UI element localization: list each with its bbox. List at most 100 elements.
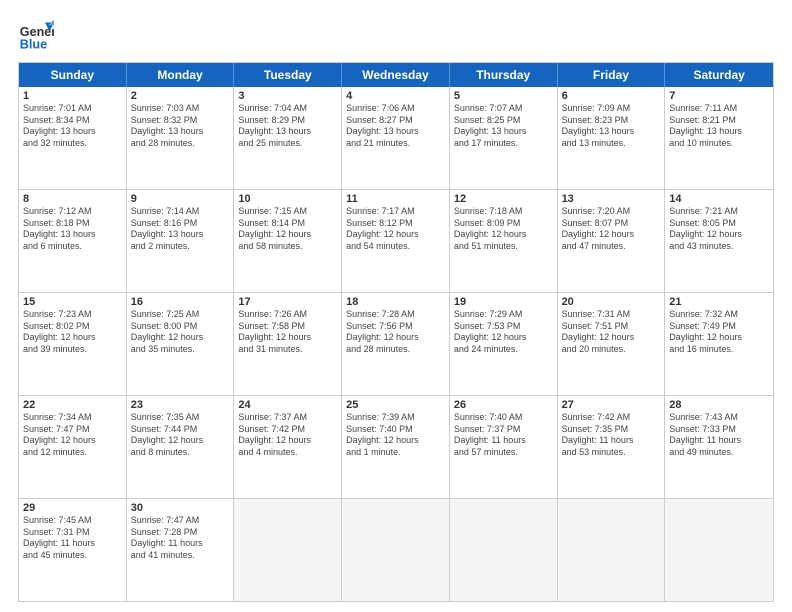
header-day-thursday: Thursday	[450, 63, 558, 87]
day-10: 10Sunrise: 7:15 AM Sunset: 8:14 PM Dayli…	[234, 190, 342, 292]
day-info: Sunrise: 7:31 AM Sunset: 7:51 PM Dayligh…	[562, 309, 661, 356]
day-number: 22	[23, 399, 122, 411]
day-info: Sunrise: 7:28 AM Sunset: 7:56 PM Dayligh…	[346, 309, 445, 356]
day-25: 25Sunrise: 7:39 AM Sunset: 7:40 PM Dayli…	[342, 396, 450, 498]
calendar-body: 1Sunrise: 7:01 AM Sunset: 8:34 PM Daylig…	[19, 87, 773, 601]
day-number: 15	[23, 296, 122, 308]
day-number: 8	[23, 193, 122, 205]
day-number: 29	[23, 502, 122, 514]
day-info: Sunrise: 7:45 AM Sunset: 7:31 PM Dayligh…	[23, 515, 122, 562]
calendar-row-1: 1Sunrise: 7:01 AM Sunset: 8:34 PM Daylig…	[19, 87, 773, 189]
day-17: 17Sunrise: 7:26 AM Sunset: 7:58 PM Dayli…	[234, 293, 342, 395]
day-number: 9	[131, 193, 230, 205]
calendar-row-4: 22Sunrise: 7:34 AM Sunset: 7:47 PM Dayli…	[19, 395, 773, 498]
day-18: 18Sunrise: 7:28 AM Sunset: 7:56 PM Dayli…	[342, 293, 450, 395]
day-number: 18	[346, 296, 445, 308]
day-number: 20	[562, 296, 661, 308]
calendar-row-2: 8Sunrise: 7:12 AM Sunset: 8:18 PM Daylig…	[19, 189, 773, 292]
calendar-row-3: 15Sunrise: 7:23 AM Sunset: 8:02 PM Dayli…	[19, 292, 773, 395]
day-3: 3Sunrise: 7:04 AM Sunset: 8:29 PM Daylig…	[234, 87, 342, 189]
day-info: Sunrise: 7:21 AM Sunset: 8:05 PM Dayligh…	[669, 206, 769, 253]
day-info: Sunrise: 7:14 AM Sunset: 8:16 PM Dayligh…	[131, 206, 230, 253]
day-6: 6Sunrise: 7:09 AM Sunset: 8:23 PM Daylig…	[558, 87, 666, 189]
day-8: 8Sunrise: 7:12 AM Sunset: 8:18 PM Daylig…	[19, 190, 127, 292]
day-info: Sunrise: 7:29 AM Sunset: 7:53 PM Dayligh…	[454, 309, 553, 356]
day-22: 22Sunrise: 7:34 AM Sunset: 7:47 PM Dayli…	[19, 396, 127, 498]
empty-cell	[665, 499, 773, 601]
day-13: 13Sunrise: 7:20 AM Sunset: 8:07 PM Dayli…	[558, 190, 666, 292]
day-info: Sunrise: 7:23 AM Sunset: 8:02 PM Dayligh…	[23, 309, 122, 356]
logo: General Blue	[18, 18, 54, 54]
day-info: Sunrise: 7:04 AM Sunset: 8:29 PM Dayligh…	[238, 103, 337, 150]
day-number: 11	[346, 193, 445, 205]
day-number: 21	[669, 296, 769, 308]
day-12: 12Sunrise: 7:18 AM Sunset: 8:09 PM Dayli…	[450, 190, 558, 292]
day-14: 14Sunrise: 7:21 AM Sunset: 8:05 PM Dayli…	[665, 190, 773, 292]
day-info: Sunrise: 7:06 AM Sunset: 8:27 PM Dayligh…	[346, 103, 445, 150]
day-7: 7Sunrise: 7:11 AM Sunset: 8:21 PM Daylig…	[665, 87, 773, 189]
day-number: 25	[346, 399, 445, 411]
day-16: 16Sunrise: 7:25 AM Sunset: 8:00 PM Dayli…	[127, 293, 235, 395]
day-number: 17	[238, 296, 337, 308]
day-info: Sunrise: 7:09 AM Sunset: 8:23 PM Dayligh…	[562, 103, 661, 150]
empty-cell	[234, 499, 342, 601]
day-info: Sunrise: 7:01 AM Sunset: 8:34 PM Dayligh…	[23, 103, 122, 150]
day-info: Sunrise: 7:18 AM Sunset: 8:09 PM Dayligh…	[454, 206, 553, 253]
day-number: 6	[562, 90, 661, 102]
day-number: 27	[562, 399, 661, 411]
day-15: 15Sunrise: 7:23 AM Sunset: 8:02 PM Dayli…	[19, 293, 127, 395]
day-info: Sunrise: 7:43 AM Sunset: 7:33 PM Dayligh…	[669, 412, 769, 459]
day-number: 26	[454, 399, 553, 411]
logo-icon: General Blue	[18, 18, 54, 54]
day-info: Sunrise: 7:12 AM Sunset: 8:18 PM Dayligh…	[23, 206, 122, 253]
day-number: 30	[131, 502, 230, 514]
day-number: 1	[23, 90, 122, 102]
day-info: Sunrise: 7:35 AM Sunset: 7:44 PM Dayligh…	[131, 412, 230, 459]
day-info: Sunrise: 7:15 AM Sunset: 8:14 PM Dayligh…	[238, 206, 337, 253]
day-info: Sunrise: 7:40 AM Sunset: 7:37 PM Dayligh…	[454, 412, 553, 459]
day-info: Sunrise: 7:47 AM Sunset: 7:28 PM Dayligh…	[131, 515, 230, 562]
day-number: 16	[131, 296, 230, 308]
header-day-sunday: Sunday	[19, 63, 127, 87]
day-number: 10	[238, 193, 337, 205]
svg-text:Blue: Blue	[20, 38, 47, 52]
day-info: Sunrise: 7:25 AM Sunset: 8:00 PM Dayligh…	[131, 309, 230, 356]
day-info: Sunrise: 7:34 AM Sunset: 7:47 PM Dayligh…	[23, 412, 122, 459]
empty-cell	[450, 499, 558, 601]
day-number: 4	[346, 90, 445, 102]
header-day-friday: Friday	[558, 63, 666, 87]
day-number: 23	[131, 399, 230, 411]
day-4: 4Sunrise: 7:06 AM Sunset: 8:27 PM Daylig…	[342, 87, 450, 189]
day-9: 9Sunrise: 7:14 AM Sunset: 8:16 PM Daylig…	[127, 190, 235, 292]
page: General Blue SundayMondayTuesdayWednesda…	[0, 0, 792, 612]
day-27: 27Sunrise: 7:42 AM Sunset: 7:35 PM Dayli…	[558, 396, 666, 498]
day-28: 28Sunrise: 7:43 AM Sunset: 7:33 PM Dayli…	[665, 396, 773, 498]
day-info: Sunrise: 7:17 AM Sunset: 8:12 PM Dayligh…	[346, 206, 445, 253]
day-info: Sunrise: 7:39 AM Sunset: 7:40 PM Dayligh…	[346, 412, 445, 459]
day-info: Sunrise: 7:20 AM Sunset: 8:07 PM Dayligh…	[562, 206, 661, 253]
calendar-row-5: 29Sunrise: 7:45 AM Sunset: 7:31 PM Dayli…	[19, 498, 773, 601]
day-info: Sunrise: 7:26 AM Sunset: 7:58 PM Dayligh…	[238, 309, 337, 356]
day-number: 5	[454, 90, 553, 102]
day-number: 14	[669, 193, 769, 205]
day-2: 2Sunrise: 7:03 AM Sunset: 8:32 PM Daylig…	[127, 87, 235, 189]
header-day-saturday: Saturday	[665, 63, 773, 87]
day-info: Sunrise: 7:03 AM Sunset: 8:32 PM Dayligh…	[131, 103, 230, 150]
calendar: SundayMondayTuesdayWednesdayThursdayFrid…	[18, 62, 774, 602]
day-20: 20Sunrise: 7:31 AM Sunset: 7:51 PM Dayli…	[558, 293, 666, 395]
day-11: 11Sunrise: 7:17 AM Sunset: 8:12 PM Dayli…	[342, 190, 450, 292]
empty-cell	[558, 499, 666, 601]
header-day-wednesday: Wednesday	[342, 63, 450, 87]
day-info: Sunrise: 7:11 AM Sunset: 8:21 PM Dayligh…	[669, 103, 769, 150]
day-29: 29Sunrise: 7:45 AM Sunset: 7:31 PM Dayli…	[19, 499, 127, 601]
day-number: 13	[562, 193, 661, 205]
day-number: 19	[454, 296, 553, 308]
day-21: 21Sunrise: 7:32 AM Sunset: 7:49 PM Dayli…	[665, 293, 773, 395]
day-number: 12	[454, 193, 553, 205]
day-5: 5Sunrise: 7:07 AM Sunset: 8:25 PM Daylig…	[450, 87, 558, 189]
header: General Blue	[18, 18, 774, 54]
day-number: 7	[669, 90, 769, 102]
day-info: Sunrise: 7:07 AM Sunset: 8:25 PM Dayligh…	[454, 103, 553, 150]
day-info: Sunrise: 7:42 AM Sunset: 7:35 PM Dayligh…	[562, 412, 661, 459]
day-number: 24	[238, 399, 337, 411]
